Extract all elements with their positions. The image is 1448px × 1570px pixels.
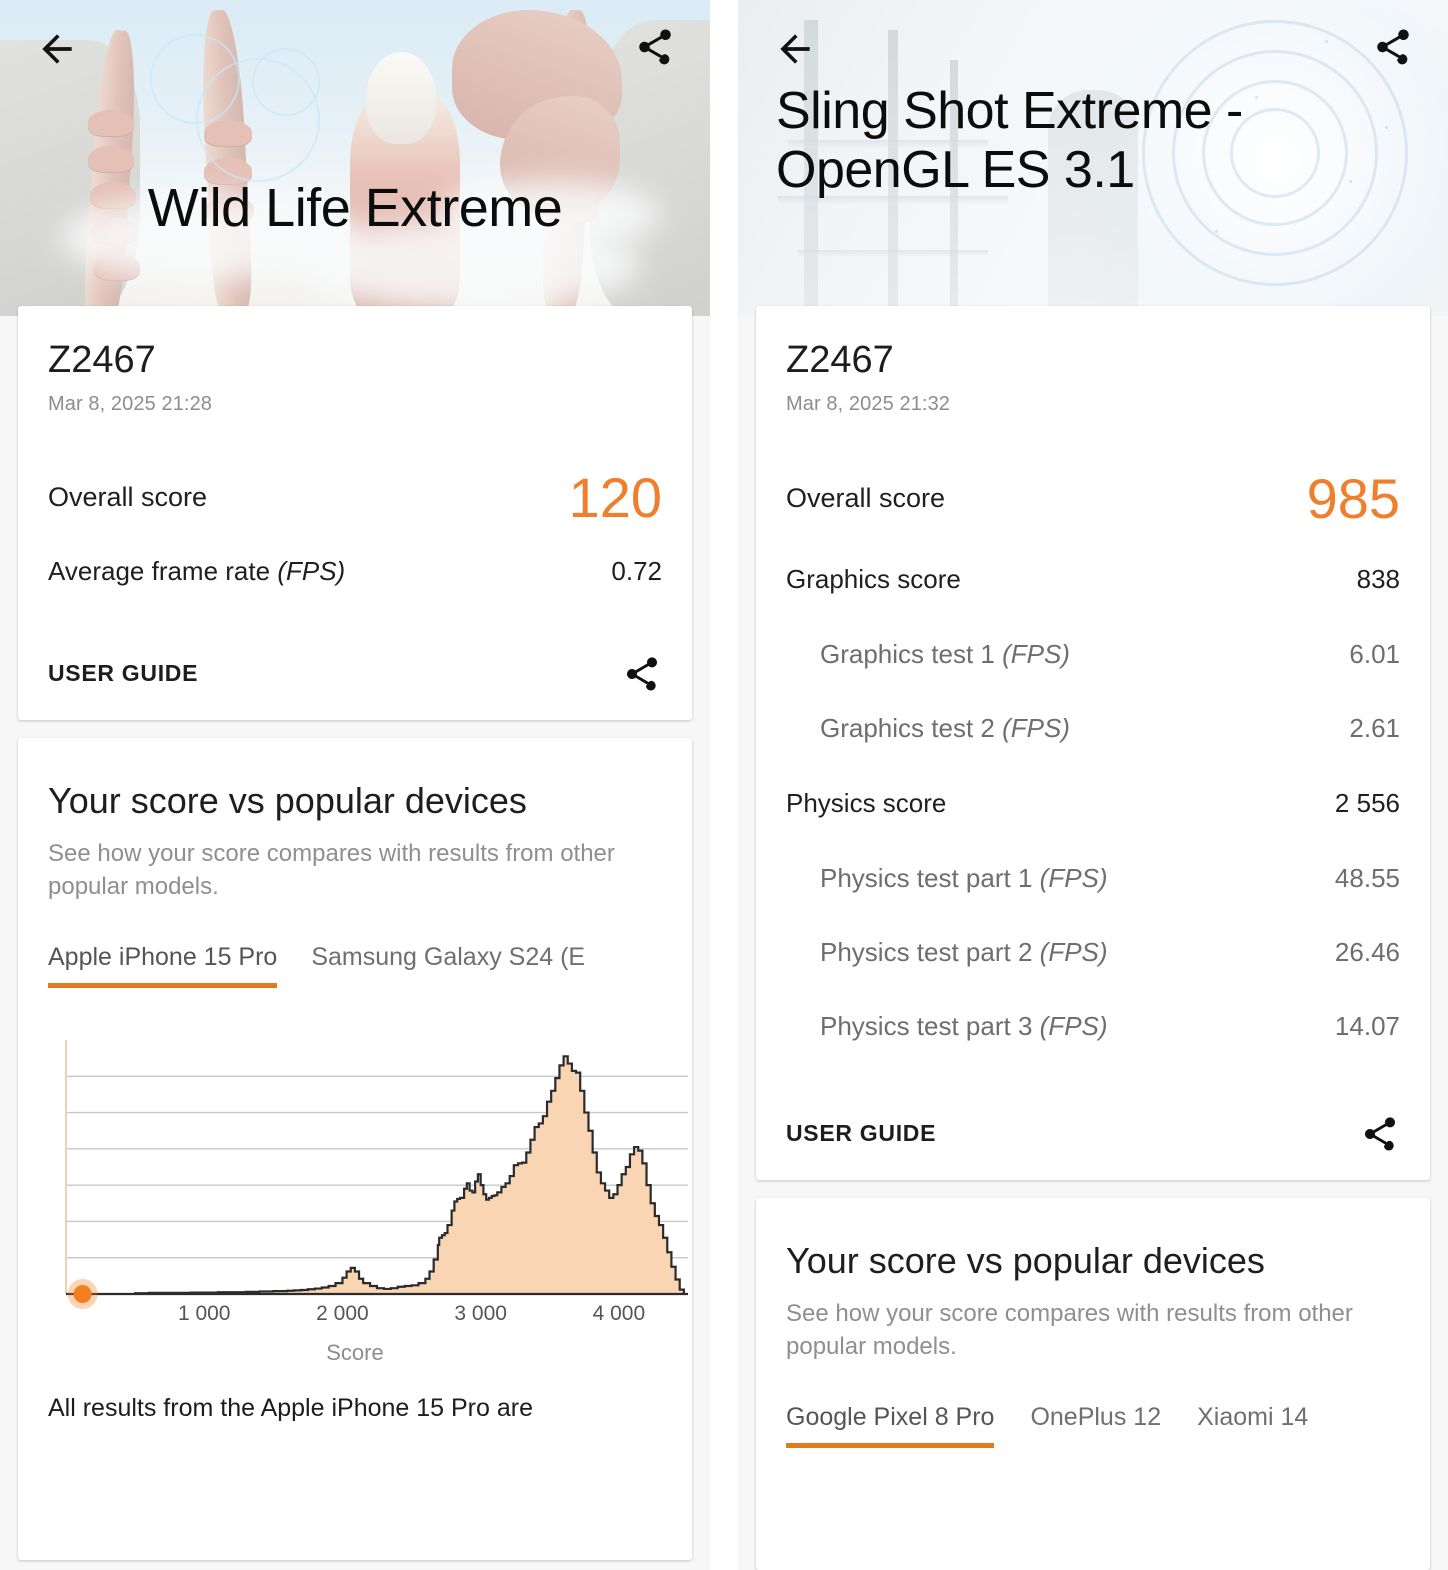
back-button[interactable] <box>766 20 824 78</box>
score-value: 838 <box>1356 564 1400 595</box>
chart-xaxis-label: Score <box>326 1340 384 1366</box>
score-label: Physics test part 1 (FPS) <box>820 863 1108 894</box>
tab-apple-iphone-15-pro[interactable]: Apple iPhone 15 Pro <box>48 937 278 989</box>
score-label: Physics test part 2 (FPS) <box>820 937 1108 968</box>
score-label: Graphics test 2 (FPS) <box>820 713 1070 744</box>
right-result-card: Z2467 Mar 8, 2025 21:32 Overall score 98… <box>756 306 1430 1180</box>
score-row-average-frame-rate: Average frame rate (FPS) 0.72 <box>48 540 662 604</box>
left-hero-banner: Wild Life Extreme <box>0 0 710 316</box>
share-icon <box>639 29 671 65</box>
score-value: 120 <box>568 465 662 529</box>
right-benchmark-title: Sling Shot Extreme - OpenGL ES 3.1 <box>776 82 1243 199</box>
score-row-physics-part-2: Physics test part 2 (FPS) 26.46 <box>786 916 1400 990</box>
svg-text:4 000: 4 000 <box>593 1302 646 1325</box>
svg-text:3 000: 3 000 <box>454 1302 507 1325</box>
right-card-stack: Z2467 Mar 8, 2025 21:32 Overall score 98… <box>738 306 1448 1570</box>
histogram-svg: 1 000 2 000 3 000 4 000 <box>65 1040 688 1325</box>
score-row-physics-part-1: Physics test part 1 (FPS) 48.55 <box>786 842 1400 916</box>
back-button[interactable] <box>28 20 86 78</box>
right-guide-row: USER GUIDE <box>786 1114 1400 1154</box>
score-value: 985 <box>1306 466 1400 530</box>
right-compare-card: Your score vs popular devices See how yo… <box>756 1197 1430 1570</box>
score-value: 2.61 <box>1349 713 1400 744</box>
share-icon <box>627 657 657 691</box>
score-value: 48.55 <box>1334 863 1400 894</box>
tab-samsung-galaxy-s24[interactable]: Samsung Galaxy S24 (E <box>311 937 585 988</box>
score-label: Overall score <box>48 482 208 513</box>
left-card-stack: Z2467 Mar 8, 2025 21:28 Overall score 12… <box>0 306 710 1560</box>
compare-title: Your score vs popular devices <box>48 779 527 821</box>
compare-subtitle: See how your score compares with results… <box>48 840 615 901</box>
user-guide-link[interactable]: USER GUIDE <box>48 660 198 687</box>
right-score-rows: Overall score 985 Graphics score 838 Gra… <box>786 456 1400 1064</box>
score-row-overall: Overall score 120 <box>48 456 662 540</box>
right-hero-banner: Sling Shot Extreme - OpenGL ES 3.1 <box>738 0 1448 316</box>
result-timestamp: Mar 8, 2025 21:32 <box>786 392 951 415</box>
card-share-button[interactable] <box>622 654 662 694</box>
card-share-button[interactable] <box>1360 1114 1400 1154</box>
compare-note: All results from the Apple iPhone 15 Pro… <box>48 1394 533 1423</box>
left-guide-row: USER GUIDE <box>48 654 662 694</box>
score-distribution-chart: 1 000 2 000 3 000 4 000 <box>48 1034 688 1334</box>
left-device-tabs: Apple iPhone 15 Pro Samsung Galaxy S24 (… <box>48 937 662 989</box>
score-row-physics: Physics score 2 556 <box>786 766 1400 842</box>
left-panel: Wild Life Extreme Z2467 Mar 8, 2025 21:2… <box>0 0 710 1570</box>
compare-title: Your score vs popular devices <box>786 1239 1265 1281</box>
score-label: Average frame rate (FPS) <box>48 556 346 587</box>
right-device-tabs: Google Pixel 8 Pro OnePlus 12 Xiaomi 14 <box>786 1397 1400 1449</box>
left-benchmark-title: Wild Life Extreme <box>147 177 563 238</box>
score-label: Physics test part 3 (FPS) <box>820 1011 1108 1042</box>
back-arrow-icon <box>42 34 72 64</box>
result-timestamp: Mar 8, 2025 21:28 <box>48 392 213 415</box>
score-row-physics-part-3: Physics test part 3 (FPS) 14.07 <box>786 990 1400 1064</box>
left-top-bar <box>0 0 710 110</box>
share-icon <box>1365 1117 1395 1151</box>
score-row-graphics-test-2: Graphics test 2 (FPS) 2.61 <box>786 692 1400 766</box>
score-value: 26.46 <box>1334 937 1400 968</box>
score-label: Physics score <box>786 788 947 819</box>
score-row-graphics-test-1: Graphics test 1 (FPS) 6.01 <box>786 618 1400 692</box>
left-result-card: Z2467 Mar 8, 2025 21:28 Overall score 12… <box>18 306 692 720</box>
device-name: Z2467 <box>786 339 894 381</box>
score-label: Graphics test 1 (FPS) <box>820 639 1070 670</box>
score-value: 14.07 <box>1334 1011 1400 1042</box>
tab-xiaomi-14[interactable]: Xiaomi 14 <box>1197 1397 1308 1448</box>
panel-divider <box>710 0 738 1570</box>
score-value: 2 556 <box>1334 788 1400 819</box>
device-name: Z2467 <box>48 339 156 381</box>
tab-oneplus-12[interactable]: OnePlus 12 <box>1030 1397 1161 1448</box>
right-panel: Sling Shot Extreme - OpenGL ES 3.1 Z2467… <box>738 0 1448 1570</box>
svg-text:2 000: 2 000 <box>316 1302 369 1325</box>
score-label: Graphics score <box>786 564 961 595</box>
share-button[interactable] <box>626 18 684 76</box>
compare-subtitle: See how your score compares with results… <box>786 1300 1353 1361</box>
share-button[interactable] <box>1364 18 1422 76</box>
svg-text:1 000: 1 000 <box>178 1302 231 1325</box>
left-compare-card: Your score vs popular devices See how yo… <box>18 737 692 1560</box>
back-arrow-icon <box>780 34 810 64</box>
left-score-rows: Overall score 120 Average frame rate (FP… <box>48 456 662 604</box>
share-icon <box>1377 29 1409 65</box>
score-value: 6.01 <box>1349 639 1400 670</box>
score-value: 0.72 <box>611 556 662 587</box>
score-label: Overall score <box>786 483 946 514</box>
score-row-graphics: Graphics score 838 <box>786 542 1400 618</box>
tab-google-pixel-8-pro[interactable]: Google Pixel 8 Pro <box>786 1397 995 1449</box>
score-row-overall: Overall score 985 <box>786 456 1400 542</box>
user-guide-link[interactable]: USER GUIDE <box>786 1120 936 1147</box>
dual-screenshot-compare: Wild Life Extreme Z2467 Mar 8, 2025 21:2… <box>0 0 1448 1570</box>
